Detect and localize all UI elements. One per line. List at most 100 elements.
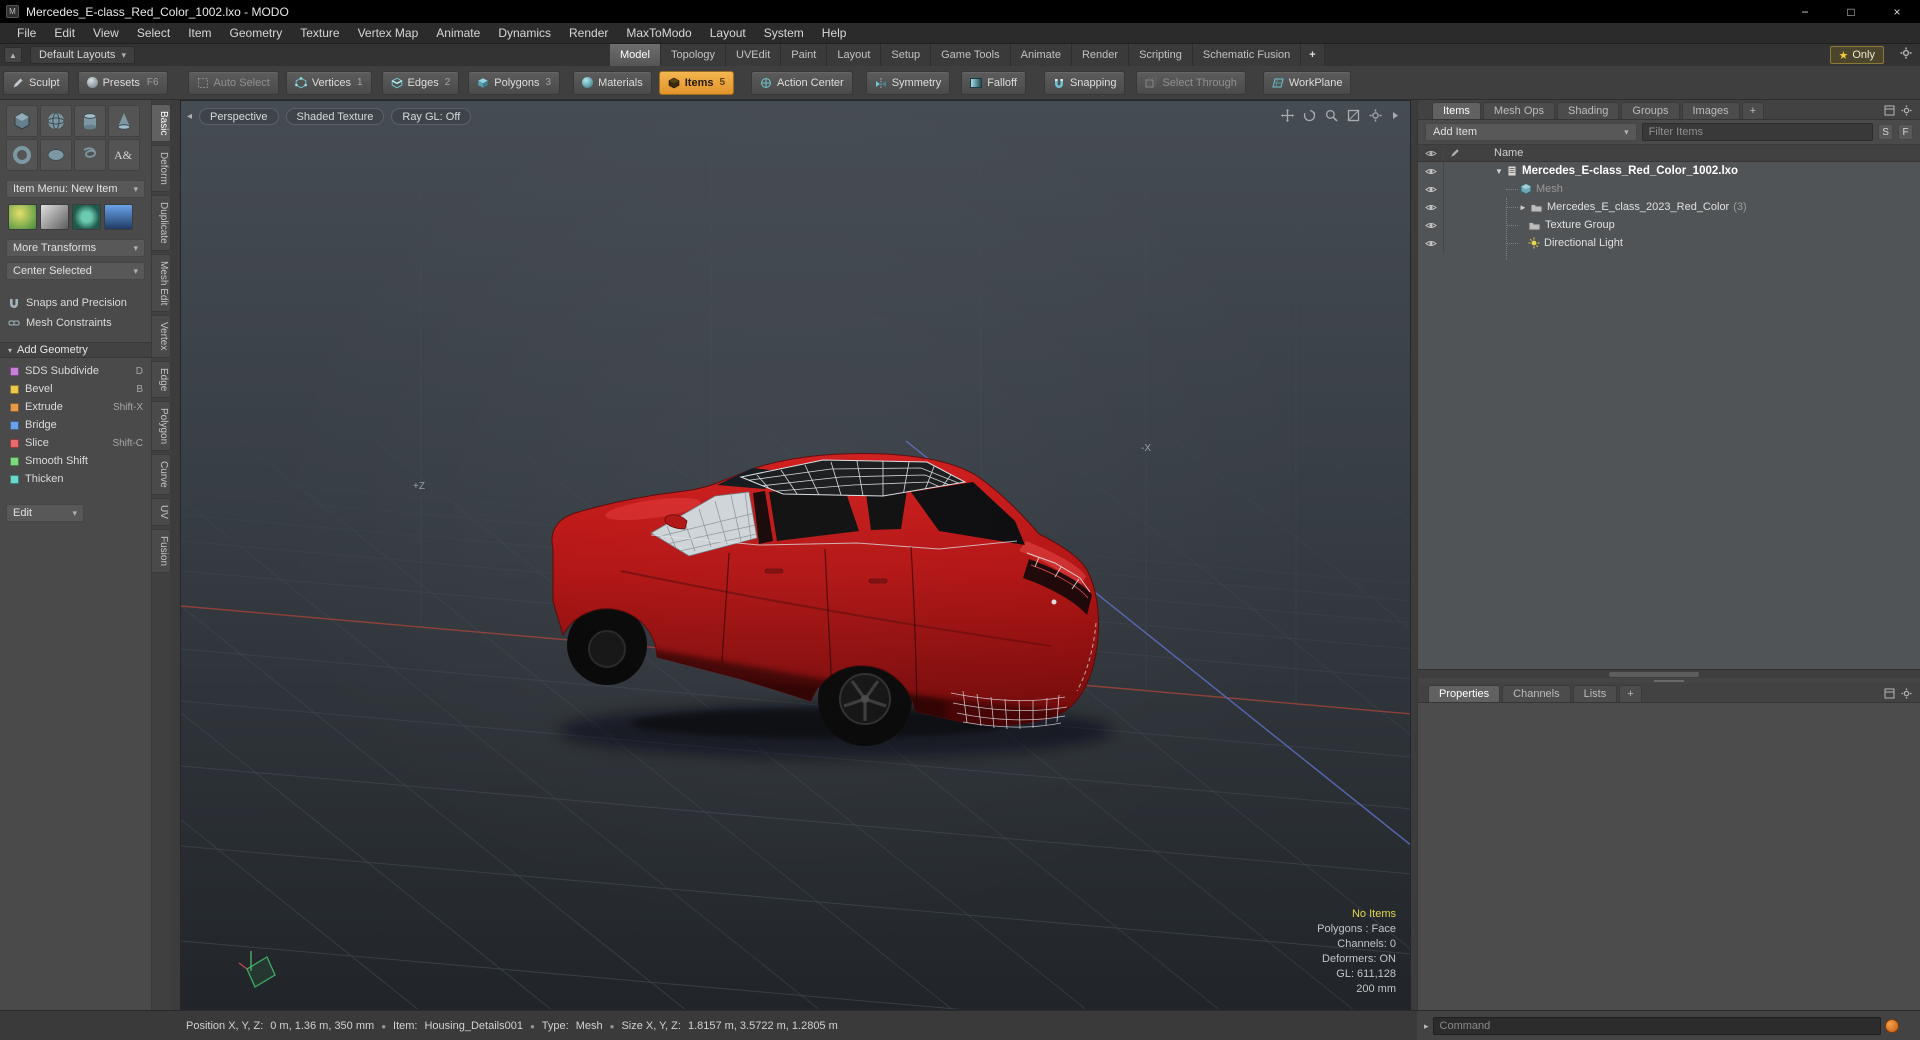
tree-label-car-group[interactable]: Mercedes_E_class_2023_Red_Color xyxy=(1547,201,1729,213)
snaps-and-precision-button[interactable]: Snaps and Precision xyxy=(0,294,151,312)
tool-extrude[interactable]: Extrude Shift-X xyxy=(0,398,151,416)
tab-shading[interactable]: Shading xyxy=(1557,102,1620,119)
tree-horizontal-scrollbar[interactable] xyxy=(1418,669,1920,678)
sphere-tool-button[interactable] xyxy=(40,105,72,137)
tree-label-texture-group[interactable]: Texture Group xyxy=(1545,219,1615,231)
eye-icon[interactable] xyxy=(1424,167,1437,176)
sculpt-button[interactable]: Sculpt xyxy=(3,70,69,95)
search-mode-button[interactable]: S xyxy=(1878,124,1894,140)
3d-viewport[interactable]: +Z -X ◂ Perspective Shaded Texture Ray G… xyxy=(180,100,1411,1010)
symmetry-button[interactable]: Symmetry xyxy=(865,70,951,95)
tab-setup[interactable]: Setup xyxy=(881,44,932,66)
menu-item-dynamics[interactable]: Dynamics xyxy=(489,23,560,44)
tool-bridge[interactable]: Bridge xyxy=(0,416,151,434)
tool-thicken[interactable]: Thicken xyxy=(0,470,151,488)
items-mode-button[interactable]: Items 5 xyxy=(658,70,735,95)
layout-gear-icon[interactable] xyxy=(1900,47,1912,59)
menu-item-layout[interactable]: Layout xyxy=(701,23,755,44)
preset-icon-2[interactable] xyxy=(40,204,69,230)
menu-item-select[interactable]: Select xyxy=(128,23,179,44)
view-mode-button[interactable]: Perspective xyxy=(199,108,279,125)
command-input[interactable] xyxy=(1432,1017,1881,1035)
maximize-button[interactable]: □ xyxy=(1828,0,1874,23)
workplane-button[interactable]: WorkPlane xyxy=(1262,70,1352,95)
polygons-mode-button[interactable]: Polygons 3 xyxy=(468,70,561,95)
tree-row-directional-light[interactable]: Directional Light xyxy=(1418,234,1920,252)
tree-row-mesh[interactable]: Mesh xyxy=(1418,180,1920,198)
viewport-canvas[interactable]: +Z -X xyxy=(181,101,1411,1010)
side-tab-deform[interactable]: Deform xyxy=(152,145,171,193)
add-item-dropdown[interactable]: Add Item ▾ xyxy=(1425,123,1637,141)
preset-icon-3[interactable] xyxy=(72,204,101,230)
panel-gear-icon[interactable] xyxy=(1901,688,1912,699)
eye-icon[interactable] xyxy=(1424,203,1437,212)
tab-images[interactable]: Images xyxy=(1681,102,1740,119)
raygl-toggle-button[interactable]: Ray GL: Off xyxy=(391,108,472,125)
eye-icon[interactable] xyxy=(1424,239,1437,248)
edges-mode-button[interactable]: Edges 2 xyxy=(381,70,460,95)
side-tab-polygon[interactable]: Polygon xyxy=(152,401,171,452)
add-panel-tab-button[interactable]: + xyxy=(1741,102,1765,119)
tab-animate[interactable]: Animate xyxy=(1010,44,1072,66)
more-transforms-dropdown[interactable]: More Transforms ▾ xyxy=(6,239,145,257)
action-center-button[interactable]: Action Center xyxy=(751,70,853,95)
tool-slice[interactable]: Slice Shift-C xyxy=(0,434,151,452)
auto-select-button[interactable]: Auto Select xyxy=(187,70,279,95)
menu-item-item[interactable]: Item xyxy=(179,23,220,44)
filter-items-input[interactable] xyxy=(1641,123,1874,141)
tab-properties[interactable]: Properties xyxy=(1428,685,1501,702)
mesh-constraints-button[interactable]: Mesh Constraints xyxy=(0,314,151,332)
edit-dropdown[interactable]: Edit ▾ xyxy=(6,504,84,522)
side-tab-basic[interactable]: Basic xyxy=(152,104,171,143)
command-prompt-arrow[interactable]: ▸ xyxy=(1424,1021,1429,1032)
cylinder-tool-button[interactable] xyxy=(74,105,106,137)
filter-mode-button[interactable]: F xyxy=(1898,124,1913,140)
menu-item-edit[interactable]: Edit xyxy=(45,23,84,44)
expander-open-icon[interactable]: ▼ xyxy=(1494,167,1504,176)
panel-expand-icon[interactable] xyxy=(1884,105,1895,116)
viewport-flyout-icon[interactable] xyxy=(1391,109,1400,122)
materials-mode-button[interactable]: Materials xyxy=(573,70,652,95)
pan-icon[interactable] xyxy=(1281,109,1294,122)
menu-item-render[interactable]: Render xyxy=(560,23,617,44)
vertices-mode-button[interactable]: Vertices 1 xyxy=(285,70,372,95)
close-button[interactable]: × xyxy=(1874,0,1920,23)
tab-schematic-fusion[interactable]: Schematic Fusion xyxy=(1192,44,1302,66)
menu-item-maxtomodo[interactable]: MaxToModo xyxy=(617,23,700,44)
menu-item-file[interactable]: File xyxy=(8,23,45,44)
panel-expand-icon[interactable] xyxy=(1884,688,1895,699)
tab-scripting[interactable]: Scripting xyxy=(1129,44,1193,66)
menu-item-texture[interactable]: Texture xyxy=(291,23,348,44)
tool-bevel[interactable]: Bevel B xyxy=(0,380,151,398)
side-tab-vertex[interactable]: Vertex xyxy=(152,315,171,358)
tree-label-directional-light[interactable]: Directional Light xyxy=(1544,237,1623,249)
add-geometry-section-header[interactable]: ▾ Add Geometry xyxy=(0,342,151,358)
car-model[interactable] xyxy=(541,453,1114,771)
falloff-button[interactable]: Falloff xyxy=(961,70,1026,95)
tab-game-tools[interactable]: Game Tools xyxy=(931,44,1011,66)
menu-item-system[interactable]: System xyxy=(755,23,813,44)
side-tab-fusion[interactable]: Fusion xyxy=(152,528,171,573)
viewport-collapse-arrow[interactable]: ◂ xyxy=(187,111,192,122)
torus-tool-button[interactable] xyxy=(6,139,38,171)
select-through-button[interactable]: Select Through xyxy=(1136,70,1246,95)
side-tab-edge[interactable]: Edge xyxy=(152,360,171,399)
tab-model[interactable]: Model xyxy=(610,44,661,66)
tool-sds-subdivide[interactable]: SDS Subdivide D xyxy=(0,362,151,380)
cube-tool-button[interactable] xyxy=(6,105,38,137)
panel-gear-icon[interactable] xyxy=(1901,105,1912,116)
tab-items[interactable]: Items xyxy=(1432,102,1481,119)
tree-row-car-group[interactable]: ► Mercedes_E_class_2023_Red_Color (3) xyxy=(1418,198,1920,216)
item-menu-dropdown[interactable]: Item Menu: New Item ▾ xyxy=(6,180,145,198)
presets-button[interactable]: Presets F6 xyxy=(77,70,168,95)
tab-uvedit[interactable]: UVEdit xyxy=(726,44,782,66)
side-tab-uv[interactable]: UV xyxy=(152,497,171,526)
preset-icon-1[interactable] xyxy=(8,204,37,230)
expander-closed-icon[interactable]: ► xyxy=(1518,203,1528,212)
tab-channels[interactable]: Channels xyxy=(1502,685,1571,702)
text-tool-button[interactable]: A& xyxy=(108,139,140,171)
orbit-icon[interactable] xyxy=(1303,109,1316,122)
viewport-settings-gear-icon[interactable] xyxy=(1369,109,1382,122)
menu-item-view[interactable]: View xyxy=(84,23,128,44)
tree-row-texture-group[interactable]: Texture Group xyxy=(1418,216,1920,234)
